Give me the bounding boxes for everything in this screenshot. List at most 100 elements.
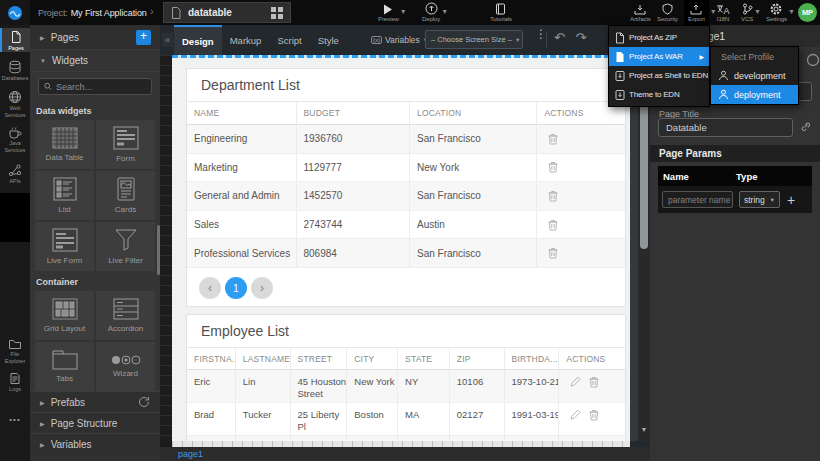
column-header[interactable]: STREET bbox=[291, 348, 348, 370]
undo-button[interactable]: ↶ bbox=[554, 30, 565, 45]
delete-row-button[interactable] bbox=[589, 376, 599, 388]
column-header[interactable]: BIRTHDA... bbox=[505, 348, 560, 370]
pagination-page-1[interactable]: 1 bbox=[225, 277, 247, 299]
profile-option-deployment[interactable]: deployment bbox=[711, 85, 798, 104]
security-button[interactable]: Security bbox=[657, 0, 678, 25]
employee-list-widget[interactable]: Employee ListFIRSTNA...LASTNAMESTREETCIT… bbox=[186, 314, 626, 441]
widget-tile-wizard[interactable]: Wizard bbox=[96, 342, 155, 391]
tutorials-button[interactable]: Tutorials bbox=[490, 0, 512, 25]
left-panel-scrollbar[interactable] bbox=[157, 225, 160, 275]
pages-section-header[interactable]: ▶ Pages + bbox=[30, 25, 160, 50]
rail-item-web-services[interactable]: WebServices bbox=[0, 88, 30, 118]
i18n-button[interactable]: A I18N bbox=[716, 0, 730, 25]
vcs-button[interactable]: VCS▼ bbox=[741, 0, 753, 25]
add-page-button[interactable]: + bbox=[136, 30, 151, 45]
column-header[interactable]: FIRSTNA... bbox=[187, 348, 236, 370]
column-header[interactable]: ZIP bbox=[450, 348, 505, 370]
preview-button[interactable]: Preview▼ bbox=[378, 0, 399, 25]
variables-menu[interactable]: {x} Variables ▼ bbox=[371, 25, 428, 55]
column-header[interactable]: LOCATION bbox=[410, 102, 537, 125]
settings-button[interactable]: Settings▼ bbox=[766, 0, 787, 25]
more-options-icon[interactable]: ⋮ bbox=[535, 31, 541, 37]
widget-tile-data-table[interactable]: Data Table bbox=[35, 120, 94, 169]
export-menu-item-project-as-shell-to-edn[interactable]: Project as Shell to EDN bbox=[609, 66, 709, 85]
table-row[interactable]: Professional Services806984San Francisco bbox=[187, 239, 625, 268]
widget-tile-grid-layout[interactable]: Grid Layout bbox=[35, 291, 94, 340]
pagination-prev-button[interactable]: ‹ bbox=[199, 277, 221, 299]
rail-item-apis[interactable]: APIs bbox=[0, 162, 30, 185]
widget-search[interactable] bbox=[38, 78, 152, 95]
rail-item-java-services[interactable]: JavaServices bbox=[0, 124, 30, 153]
table-cell: San Francisco bbox=[410, 239, 537, 268]
screen-size-select[interactable]: – Choose Screen Size – ▼ bbox=[425, 30, 523, 49]
column-header[interactable]: ACTIONS bbox=[559, 348, 625, 370]
page-title-input[interactable]: Datatable bbox=[658, 118, 793, 137]
bind-link-icon[interactable] bbox=[800, 121, 811, 132]
widget-tile-live-form[interactable]: Live Form bbox=[35, 222, 94, 271]
grid-view-icon[interactable] bbox=[271, 7, 283, 19]
table-row[interactable]: BradTucker25 Liberty PlBostonMA021271991… bbox=[187, 403, 625, 436]
param-name-input[interactable] bbox=[662, 191, 733, 208]
pagination-next-button[interactable]: › bbox=[251, 277, 273, 299]
tab-style[interactable]: Style bbox=[310, 25, 347, 55]
export-menu-item-theme-to-edn[interactable]: Theme to EDN bbox=[609, 85, 709, 104]
section-prefabs[interactable]: ▶ Prefabs bbox=[30, 391, 160, 412]
department-list-widget[interactable]: Department ListNAMEBUDGETLOCATIONACTIONS… bbox=[186, 68, 626, 307]
delete-row-button[interactable] bbox=[548, 161, 558, 173]
widget-tile-cards[interactable]: Cards bbox=[96, 171, 155, 220]
rail-item-logs[interactable]: Logs bbox=[0, 370, 30, 393]
widgets-section-header[interactable]: ▼ Widgets bbox=[30, 50, 160, 72]
scrollbar-down-arrow[interactable]: ▼ bbox=[640, 426, 648, 433]
deploy-button[interactable]: Deploy▼ bbox=[422, 0, 440, 25]
column-header[interactable]: CITY bbox=[347, 348, 398, 370]
section-page-structure[interactable]: ▶ Page Structure bbox=[30, 412, 160, 433]
artifacts-button[interactable]: Artifacts bbox=[630, 0, 651, 25]
widget-tile-live-filter[interactable]: Live Filter bbox=[96, 222, 155, 271]
profile-option-development[interactable]: development bbox=[711, 66, 798, 85]
column-header[interactable]: NAME bbox=[187, 102, 297, 125]
table-row[interactable]: Marketing1129777New York bbox=[187, 154, 625, 183]
refresh-icon[interactable] bbox=[806, 53, 820, 67]
canvas-scrollbar[interactable]: ▼ bbox=[638, 55, 650, 441]
param-type-select[interactable]: string ▼ bbox=[739, 191, 780, 208]
widget-tile-form[interactable]: Form bbox=[96, 120, 155, 169]
column-header[interactable]: BUDGET bbox=[297, 102, 410, 125]
page-selector[interactable]: datatable bbox=[163, 2, 291, 23]
column-header[interactable]: LASTNAME bbox=[236, 348, 291, 370]
table-row[interactable]: General and Admin1452570San Francisco bbox=[187, 182, 625, 211]
delete-row-button[interactable] bbox=[548, 133, 558, 145]
widget-tile-accordion[interactable]: Accordion bbox=[96, 291, 155, 340]
bottom-page-tab[interactable]: page1 bbox=[178, 449, 203, 459]
delete-row-button[interactable] bbox=[548, 219, 558, 231]
delete-row-button[interactable] bbox=[589, 409, 599, 421]
section-variables[interactable]: ▶ Variables bbox=[30, 433, 160, 454]
tab-script[interactable]: Script bbox=[269, 25, 309, 55]
column-header[interactable]: STATE bbox=[398, 348, 450, 370]
edit-row-button[interactable] bbox=[570, 409, 581, 421]
design-canvas[interactable]: Department ListNAMEBUDGETLOCATIONACTIONS… bbox=[172, 55, 630, 441]
wavemaker-logo[interactable] bbox=[0, 0, 30, 25]
add-param-button[interactable]: + bbox=[787, 192, 795, 208]
widget-tile-tabs[interactable]: Tabs bbox=[35, 342, 94, 391]
edit-row-button[interactable] bbox=[570, 376, 581, 388]
table-row[interactable]: Sales2743744Austin bbox=[187, 211, 625, 240]
user-avatar[interactable]: MP bbox=[798, 3, 817, 22]
rail-item-pages[interactable]: Pages bbox=[0, 28, 30, 52]
tab-design[interactable]: Design bbox=[174, 25, 222, 55]
table-row[interactable]: EricLin45 Houston StreetNew YorkNY101061… bbox=[187, 370, 625, 403]
rail-item-file-explorer[interactable]: FileExplorer bbox=[0, 336, 30, 364]
refresh-icon[interactable] bbox=[138, 396, 150, 408]
export-button[interactable]: Export▼ bbox=[684, 0, 709, 25]
redo-button[interactable]: ↶ bbox=[576, 30, 587, 45]
table-row[interactable]: Engineering1936760San Francisco bbox=[187, 125, 625, 154]
tab-markup[interactable]: Markup bbox=[222, 25, 270, 55]
export-menu-item-project-as-zip[interactable]: Project As ZIP bbox=[609, 28, 709, 47]
collapse-panel-button[interactable]: « bbox=[162, 33, 173, 47]
rail-item-databases[interactable]: Databases bbox=[0, 58, 30, 82]
delete-row-button[interactable] bbox=[548, 247, 558, 259]
rail-more-icon[interactable]: ••• bbox=[0, 415, 30, 424]
widget-tile-list[interactable]: List bbox=[35, 171, 94, 220]
delete-row-button[interactable] bbox=[548, 190, 558, 202]
widget-search-input[interactable] bbox=[56, 82, 146, 92]
export-menu-item-project-as-war[interactable]: Project As WAR▶ bbox=[609, 47, 709, 66]
